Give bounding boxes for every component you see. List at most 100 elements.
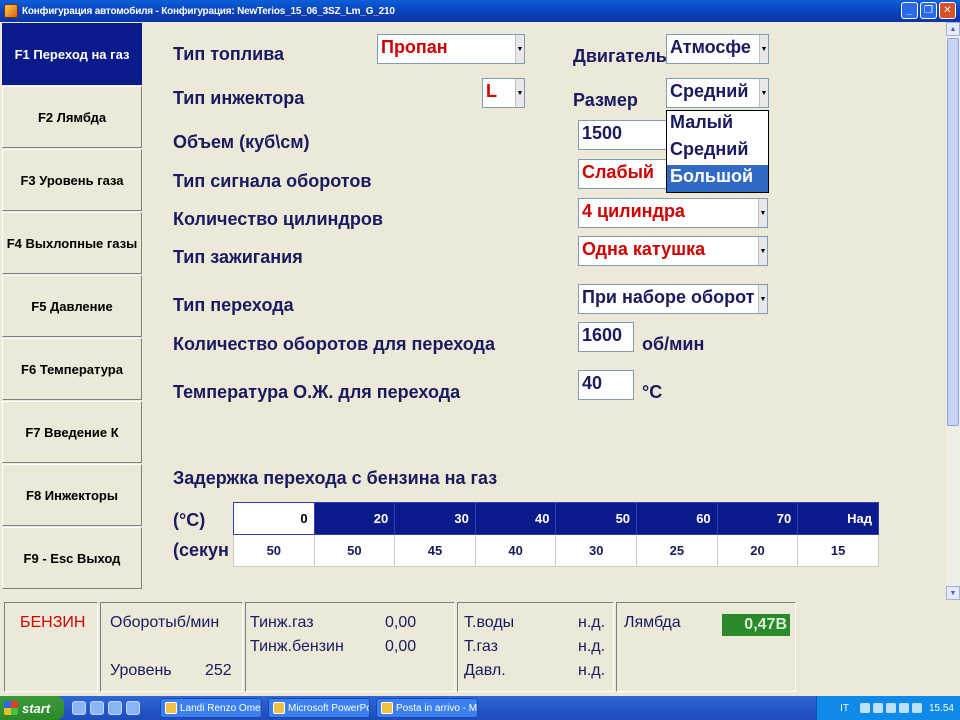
scroll-down-icon[interactable]: ▼ [946, 586, 960, 600]
chevron-down-icon[interactable]: ▼ [759, 79, 768, 107]
rpm-signal-select[interactable]: Слабый [578, 159, 670, 189]
vertical-scrollbar[interactable]: ▲ ▼ [946, 22, 960, 600]
client-area: F1 Переход на газ F2 Лямбда F3 Уровень г… [0, 22, 960, 696]
tray-icon[interactable] [898, 703, 909, 713]
volume-label: Объем (куб\см) [173, 132, 310, 152]
start-button[interactable]: start [0, 696, 64, 720]
temp-cell[interactable]: 40 [474, 502, 557, 535]
seconds-cell[interactable]: 40 [474, 534, 557, 567]
cylinders-select[interactable]: 4 цилиндра ▼ [578, 198, 768, 228]
quick-launch [72, 701, 140, 715]
size-option-small[interactable]: Малый [667, 111, 768, 138]
seconds-cell[interactable]: 15 [797, 534, 879, 567]
start-label: start [22, 700, 51, 716]
engine-label: Двигатель [573, 46, 667, 66]
size-value: Средний [670, 81, 749, 101]
window-title-bar[interactable]: Конфигурация автомобиля - Конфигурация: … [0, 0, 960, 22]
ignition-select[interactable]: Одна катушка ▼ [578, 236, 768, 266]
function-sidebar: F1 Переход на газ F2 Лямбда F3 Уровень г… [0, 22, 142, 600]
fuel-type-select[interactable]: Пропан ▼ [377, 34, 525, 64]
sidebar-item-f1-gas-switch[interactable]: F1 Переход на газ [2, 23, 142, 85]
pressure-label: Давл. [464, 662, 506, 679]
temp-cell[interactable]: 50 [555, 502, 638, 535]
seconds-cell[interactable]: 50 [313, 534, 396, 567]
chevron-down-icon[interactable]: ▼ [758, 199, 767, 227]
desktop-icon[interactable] [126, 701, 140, 715]
rpm-label: Оборотыб/мин [110, 614, 220, 631]
fuel-status: БЕНЗИН [20, 614, 86, 631]
close-button[interactable]: ✕ [939, 2, 956, 19]
tinj-petrol-label: Тинж.бензин [250, 638, 344, 655]
sidebar-item-f6-temperature[interactable]: F6 Температура [2, 338, 142, 400]
chevron-down-icon[interactable]: ▼ [759, 35, 768, 63]
delay-seconds-row-label: (секун [173, 540, 229, 560]
volume-icon[interactable] [911, 703, 922, 713]
chevron-down-icon[interactable]: ▼ [758, 237, 767, 265]
tinj-gas-label: Тинж.газ [250, 614, 314, 631]
injector-type-value: L [486, 81, 497, 101]
seconds-cell[interactable]: 50 [233, 534, 315, 567]
tray-icon[interactable] [859, 703, 870, 713]
sidebar-item-f3-gas-level[interactable]: F3 Уровень газа [2, 149, 142, 211]
seconds-cell[interactable]: 30 [555, 534, 638, 567]
sidebar-item-f7-k-input[interactable]: F7 Введение К [2, 401, 142, 463]
switch-rpm-input[interactable]: 1600 [578, 322, 634, 352]
pressure-value: н.д. [578, 662, 606, 679]
temp-cell[interactable]: 30 [394, 502, 476, 535]
config-form: Тип топлива Пропан ▼ Двигатель Атмосфе ▼… [143, 22, 946, 600]
task-label: Microsoft PowerPoint ... [288, 702, 369, 714]
engine-select[interactable]: Атмосфе ▼ [666, 34, 769, 64]
seconds-cell[interactable]: 20 [716, 534, 799, 567]
switch-temp-label: Температура О.Ж. для перехода [173, 382, 461, 402]
clock[interactable]: 15.54 [929, 703, 954, 714]
temp-cell[interactable]: Над [797, 502, 879, 535]
task-label: Posta in arrivo - Micro... [396, 702, 478, 714]
task-outlook[interactable]: Posta in arrivo - Micro... [376, 698, 478, 718]
scroll-thumb[interactable] [947, 38, 959, 426]
injector-type-select[interactable]: L ▼ [482, 78, 525, 108]
task-powerpoint[interactable]: Microsoft PowerPoint ... [268, 698, 370, 718]
temp-cell[interactable]: 20 [313, 502, 396, 535]
scroll-up-icon[interactable]: ▲ [946, 22, 960, 36]
chevron-down-icon[interactable]: ▼ [758, 285, 767, 313]
minimize-button[interactable]: _ [901, 2, 918, 19]
size-option-large[interactable]: Большой [667, 165, 768, 192]
sidebar-item-f4-exhaust[interactable]: F4 Выхлопные газы [2, 212, 142, 274]
mail-icon[interactable] [90, 701, 104, 715]
tinj-gas-value: 0,00 [385, 614, 417, 631]
seconds-cell[interactable]: 25 [636, 534, 718, 567]
chevron-down-icon[interactable]: ▼ [515, 79, 524, 107]
chevron-down-icon[interactable]: ▼ [515, 35, 524, 63]
delay-title: Задержка перехода с бензина на газ [173, 468, 498, 488]
level-label: Уровень [110, 662, 172, 679]
tray-icon[interactable] [872, 703, 883, 713]
sidebar-item-f2-lambda[interactable]: F2 Лямбда [2, 86, 142, 148]
size-option-medium[interactable]: Средний [667, 138, 768, 165]
injector-type-label: Тип инжектора [173, 88, 305, 108]
temp-cell[interactable]: 0 [233, 502, 315, 535]
seconds-cell[interactable]: 45 [394, 534, 476, 567]
restore-button[interactable]: ❐ [920, 2, 937, 19]
app-window-icon [165, 702, 177, 714]
rpm-signal-label: Тип сигнала оборотов [173, 171, 372, 191]
temp-cell[interactable]: 70 [716, 502, 799, 535]
delay-table: 0 20 30 40 50 60 70 Над 50 50 45 40 30 2… [233, 502, 879, 567]
delay-seconds-row: 50 50 45 40 30 25 20 15 [233, 534, 879, 567]
outlook-icon [381, 702, 393, 714]
switch-temp-input[interactable]: 40 [578, 370, 634, 400]
language-indicator[interactable]: IT [840, 703, 849, 714]
media-icon[interactable] [108, 701, 122, 715]
sidebar-item-f8-injectors[interactable]: F8 Инжекторы [2, 464, 142, 526]
sidebar-item-f9-exit[interactable]: F9 - Esc Выход [2, 527, 142, 589]
delay-temp-row-label: (°C) [173, 510, 206, 530]
size-select[interactable]: Средний ▼ [666, 78, 769, 108]
tray-icon[interactable] [885, 703, 896, 713]
system-tray: IT 15.54 [816, 696, 960, 720]
switch-type-select[interactable]: При наборе оборот ▼ [578, 284, 768, 314]
app-icon [4, 4, 18, 18]
browser-icon[interactable] [72, 701, 86, 715]
task-landi-renzo[interactable]: Landi Renzo Omegas [160, 698, 262, 718]
volume-input[interactable]: 1500 [578, 120, 668, 150]
sidebar-item-f5-pressure[interactable]: F5 Давление [2, 275, 142, 337]
temp-cell[interactable]: 60 [636, 502, 718, 535]
